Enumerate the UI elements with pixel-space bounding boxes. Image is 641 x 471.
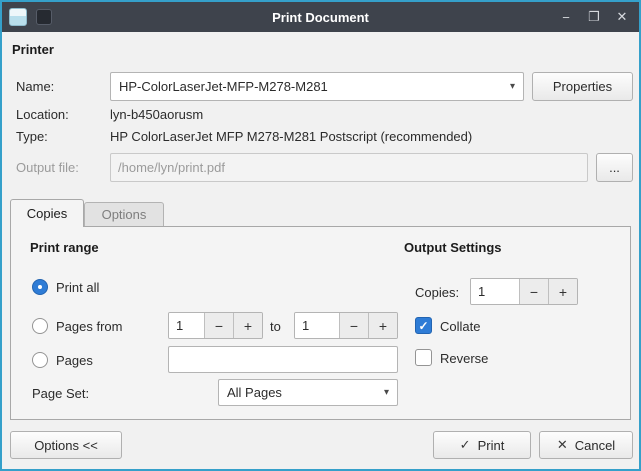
chevron-down-icon: ▾	[384, 387, 389, 398]
pages-to-value[interactable]: 1	[295, 313, 339, 338]
options-toggle-button[interactable]: Options <<	[10, 431, 122, 459]
pages-from-radio[interactable]	[32, 318, 48, 334]
pages-list-input[interactable]	[168, 346, 398, 373]
check-icon: ✓	[418, 319, 428, 333]
print-dialog-window: Print Document − ❐ ✕ Printer Name: HP-Co…	[0, 0, 641, 471]
print-button[interactable]: ✓ Print	[433, 431, 531, 459]
pages-to-spinner: 1 − +	[294, 312, 398, 339]
page-set-label: Page Set:	[32, 384, 89, 402]
pages-from-value[interactable]: 1	[169, 313, 204, 338]
print-all-radio[interactable]	[32, 279, 48, 295]
decrement-button[interactable]: −	[519, 279, 548, 304]
tab-copies[interactable]: Copies	[10, 199, 84, 227]
print-button-label: Print	[478, 438, 505, 453]
copies-spinner: 1 − +	[470, 278, 578, 305]
window-controls: − ❐ ✕	[556, 7, 632, 27]
options-toggle-label: Options <<	[34, 438, 98, 453]
collate-label: Collate	[440, 317, 480, 335]
chevron-down-icon: ▾	[510, 81, 515, 92]
decrement-button[interactable]: −	[204, 313, 233, 338]
properties-button-label: Properties	[553, 79, 612, 94]
check-icon: ✓	[460, 437, 471, 453]
output-file-input	[110, 153, 588, 182]
app-icon	[9, 8, 27, 26]
copies-label: Copies:	[415, 283, 459, 301]
increment-button[interactable]: +	[548, 279, 577, 304]
pages-list-radio[interactable]	[32, 352, 48, 368]
decrement-button[interactable]: −	[339, 313, 368, 338]
pages-from-label: Pages from	[56, 317, 122, 335]
printer-name-value: HP-ColorLaserJet-MFP-M278-M281	[119, 79, 328, 94]
cancel-button-label: Cancel	[575, 438, 615, 453]
browse-button[interactable]: ...	[596, 153, 633, 182]
increment-button[interactable]: +	[368, 313, 397, 338]
page-set-value: All Pages	[227, 385, 282, 400]
minimize-button[interactable]: −	[556, 7, 576, 27]
print-all-label: Print all	[56, 278, 99, 296]
tab-options[interactable]: Options	[84, 202, 164, 227]
reverse-checkbox[interactable]	[415, 349, 432, 366]
printer-name-label: Name:	[16, 72, 54, 101]
output-file-label: Output file:	[16, 153, 79, 182]
collate-checkbox[interactable]: ✓	[415, 317, 432, 334]
pages-to-label: to	[270, 317, 281, 335]
printer-section-heading: Printer	[12, 40, 54, 58]
copies-value[interactable]: 1	[471, 279, 519, 304]
print-range-heading: Print range	[30, 238, 99, 256]
browse-button-label: ...	[609, 160, 620, 175]
increment-button[interactable]: +	[233, 313, 262, 338]
close-icon: ✕	[557, 437, 568, 453]
output-settings-heading: Output Settings	[404, 238, 502, 256]
close-button[interactable]: ✕	[612, 7, 632, 27]
pages-from-spinner: 1 − +	[168, 312, 263, 339]
cancel-button[interactable]: ✕ Cancel	[539, 431, 633, 459]
printer-type-label: Type:	[16, 127, 48, 145]
titlebar[interactable]: Print Document − ❐ ✕	[2, 2, 639, 32]
pages-list-label: Pages	[56, 351, 93, 369]
maximize-button[interactable]: ❐	[584, 7, 604, 27]
printer-type-value: HP ColorLaserJet MFP M278-M281 Postscrip…	[110, 127, 472, 145]
reverse-label: Reverse	[440, 349, 488, 367]
printer-location-value: lyn-b450aorusm	[110, 105, 203, 123]
window-title: Print Document	[112, 10, 529, 25]
printer-name-combobox[interactable]: HP-ColorLaserJet-MFP-M278-M281 ▾	[110, 72, 524, 101]
properties-button[interactable]: Properties	[532, 72, 633, 101]
window-menu-icon[interactable]	[36, 9, 52, 25]
printer-location-label: Location:	[16, 105, 69, 123]
page-set-combobox[interactable]: All Pages ▾	[218, 379, 398, 406]
